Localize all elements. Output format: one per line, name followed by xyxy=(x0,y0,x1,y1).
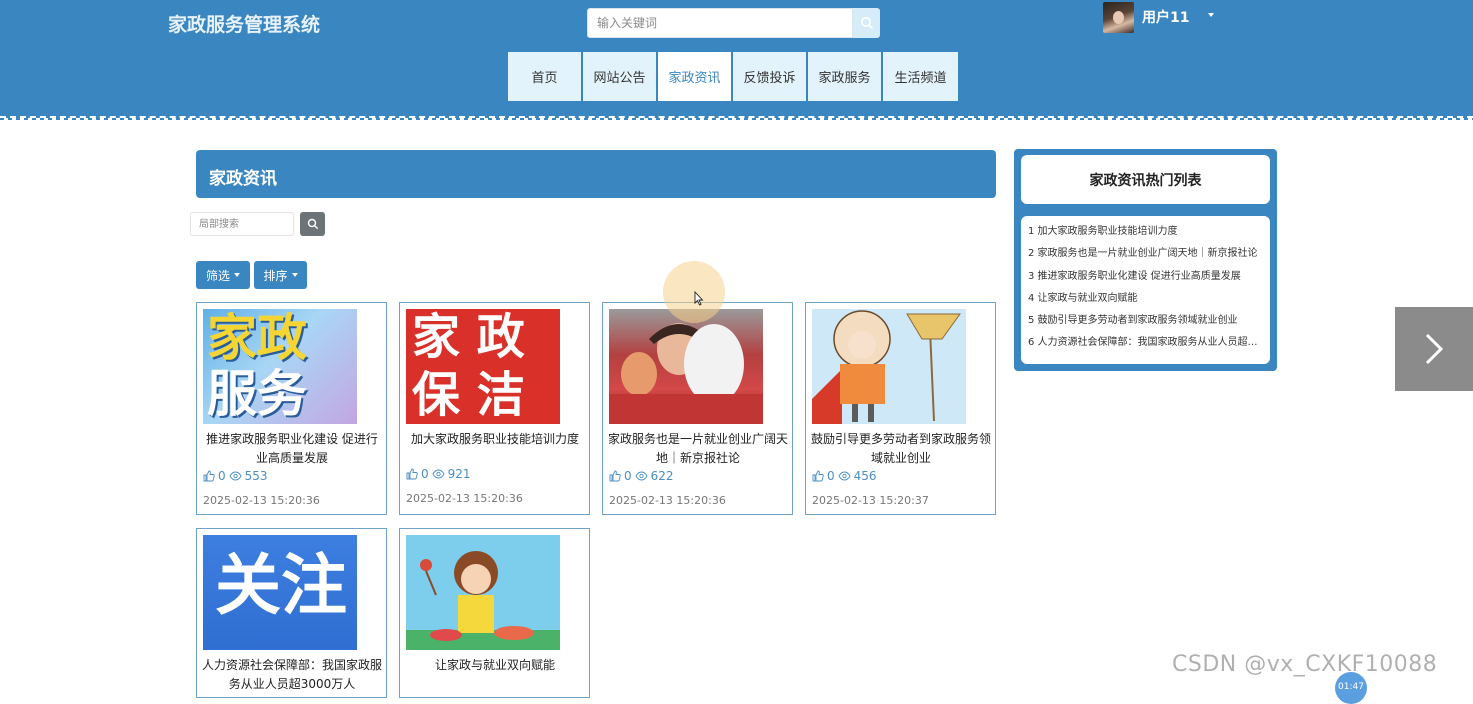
cooking-illustration xyxy=(406,551,560,650)
eye-icon xyxy=(229,471,242,481)
nav-item-life[interactable]: 生活频道 xyxy=(883,52,958,101)
hot-list-panel: 家政资讯热门列表 1 加大家政服务职业技能培训力度 2 家政服务也是一片就业创业… xyxy=(1014,149,1277,371)
news-title[interactable]: 推进家政服务职业化建设 促进行业高质量发展 xyxy=(201,430,383,468)
view-count: 622 xyxy=(650,469,674,483)
next-button[interactable] xyxy=(1395,307,1473,391)
hot-list-item[interactable]: 3 推进家政服务职业化建设 促进行业高质量发展 xyxy=(1028,270,1262,292)
search-input[interactable] xyxy=(587,8,853,38)
watermark: CSDN @vx_CXKF10088 xyxy=(1172,652,1438,677)
nav-item-news[interactable]: 家政资讯 xyxy=(658,52,731,101)
thumb-text: 保 洁 xyxy=(412,367,525,423)
local-search-button[interactable] xyxy=(300,212,325,236)
news-stats: 0 553 xyxy=(203,469,268,483)
eye-icon xyxy=(432,469,445,479)
news-card[interactable]: 家政服务也是一片就业创业广阔天地｜新京报社论 0 622 2025-02-13 … xyxy=(602,302,793,515)
news-stats: 0 622 xyxy=(609,469,674,483)
news-card[interactable]: 关注 人力资源社会保障部：我国家政服务从业人员超3000万人 xyxy=(196,528,387,698)
news-card[interactable]: 家政 服务 推进家政服务职业化建设 促进行业高质量发展 0 553 2025-0… xyxy=(196,302,387,515)
news-photo xyxy=(609,323,763,424)
like-count: 0 xyxy=(421,467,429,481)
search-icon xyxy=(860,17,873,30)
nav-item-home[interactable]: 首页 xyxy=(508,52,581,101)
sort-button[interactable]: 排序 xyxy=(254,261,307,289)
thumbs-up-icon[interactable] xyxy=(406,468,418,480)
caret-down-icon xyxy=(234,273,240,277)
news-date: 2025-02-13 15:20:37 xyxy=(812,494,929,507)
header-divider xyxy=(0,118,1473,120)
hot-list-item[interactable]: 2 家政服务也是一片就业创业广阔天地｜新京报社论 xyxy=(1028,247,1262,269)
hot-list-item[interactable]: 5 鼓励引导更多劳动者到家政服务领域就业创业 xyxy=(1028,314,1262,336)
news-thumbnail[interactable]: 关注 xyxy=(203,535,357,650)
search-button[interactable] xyxy=(853,8,880,38)
thumbs-up-icon[interactable] xyxy=(812,470,824,482)
nav-item-feedback[interactable]: 反馈投诉 xyxy=(733,52,806,101)
news-thumbnail[interactable] xyxy=(609,309,763,424)
nav-item-announcements[interactable]: 网站公告 xyxy=(583,52,656,101)
news-card[interactable]: 家 政 保 洁 加大家政服务职业技能培训力度 0 921 2025-02-13 … xyxy=(399,302,590,515)
view-count: 553 xyxy=(244,469,268,483)
eye-icon xyxy=(635,471,648,481)
cleaner-illustration xyxy=(812,310,961,424)
hot-list-title: 家政资讯热门列表 xyxy=(1021,155,1270,204)
main-nav: 首页 网站公告 家政资讯 反馈投诉 家政服务 生活频道 xyxy=(508,52,960,101)
thumb-text: 家政 xyxy=(207,309,307,367)
news-title[interactable]: 加大家政服务职业技能培训力度 xyxy=(404,430,586,449)
like-count: 0 xyxy=(218,469,226,483)
news-date: 2025-02-13 15:20:36 xyxy=(406,492,523,505)
thumbs-up-icon[interactable] xyxy=(203,470,215,482)
search-icon xyxy=(307,218,318,230)
hot-list: 1 加大家政服务职业技能培训力度 2 家政服务也是一片就业创业广阔天地｜新京报社… xyxy=(1021,216,1270,364)
sort-label: 排序 xyxy=(263,268,288,283)
thumb-text: 关注 xyxy=(215,547,347,624)
news-date: 2025-02-13 15:20:36 xyxy=(203,494,320,507)
hot-list-item[interactable]: 4 让家政与就业双向赋能 xyxy=(1028,292,1262,314)
eye-icon xyxy=(838,471,851,481)
mouse-cursor-icon xyxy=(694,291,704,306)
hot-list-item[interactable]: 6 人力资源社会保障部：我国家政服务从业人员超3000万人 xyxy=(1028,336,1262,358)
site-title[interactable]: 家政服务管理系统 xyxy=(168,10,320,37)
filter-button[interactable]: 筛选 xyxy=(196,261,250,289)
news-thumbnail[interactable] xyxy=(812,309,966,424)
thumb-text: 家 政 xyxy=(412,309,525,365)
chevron-right-icon xyxy=(1425,333,1444,365)
view-count: 456 xyxy=(853,469,877,483)
thumbs-up-icon[interactable] xyxy=(609,470,621,482)
news-title[interactable]: 让家政与就业双向赋能 xyxy=(404,656,586,675)
username[interactable]: 用户11 xyxy=(1142,7,1189,27)
news-title[interactable]: 鼓励引导更多劳动者到家政服务领域就业创业 xyxy=(810,430,992,468)
news-stats: 0 456 xyxy=(812,469,877,483)
view-count: 921 xyxy=(447,467,471,481)
news-thumbnail[interactable]: 家政 服务 xyxy=(203,309,357,424)
local-search-input[interactable] xyxy=(190,212,294,236)
filter-label: 筛选 xyxy=(205,268,230,283)
timer-badge: 01:47 xyxy=(1335,672,1367,704)
news-stats: 0 921 xyxy=(406,467,471,481)
news-date: 2025-02-13 15:20:36 xyxy=(609,494,726,507)
news-thumbnail[interactable] xyxy=(406,535,560,650)
thumb-text: 服务 xyxy=(207,365,307,423)
like-count: 0 xyxy=(827,469,835,483)
news-card[interactable]: 让家政与就业双向赋能 xyxy=(399,528,590,698)
section-title: 家政资讯 xyxy=(196,150,996,198)
chevron-down-icon[interactable] xyxy=(1208,13,1214,17)
avatar[interactable] xyxy=(1103,2,1134,33)
news-card[interactable]: 鼓励引导更多劳动者到家政服务领域就业创业 0 456 2025-02-13 15… xyxy=(805,302,996,515)
nav-item-services[interactable]: 家政服务 xyxy=(808,52,881,101)
news-title[interactable]: 家政服务也是一片就业创业广阔天地｜新京报社论 xyxy=(607,430,789,468)
hot-list-item[interactable]: 1 加大家政服务职业技能培训力度 xyxy=(1028,225,1262,247)
news-thumbnail[interactable]: 家 政 保 洁 xyxy=(406,309,560,424)
caret-down-icon xyxy=(291,273,298,277)
like-count: 0 xyxy=(624,469,632,483)
news-title[interactable]: 人力资源社会保障部：我国家政服务从业人员超3000万人 xyxy=(201,656,383,694)
